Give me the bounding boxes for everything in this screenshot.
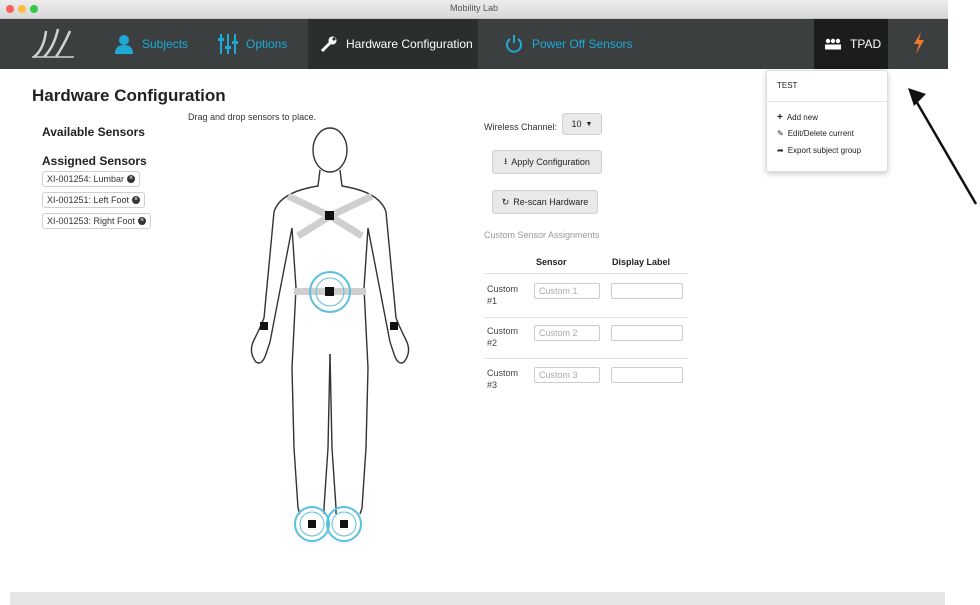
left-foot-sensor-slot[interactable]	[308, 520, 316, 528]
rescan-hardware-button[interactable]: ↻ Re-scan Hardware	[492, 190, 598, 214]
dropdown-add-new[interactable]: + Add new	[777, 112, 818, 123]
dropdown-edit-delete[interactable]: ✎ Edit/Delete current	[777, 129, 854, 138]
custom-row-label-3: Custom #3	[487, 368, 519, 390]
navbar: Subjects Options Hardware Configuration …	[0, 19, 948, 69]
left-wrist-sensor-slot[interactable]	[260, 322, 268, 330]
rescan-hardware-label: Re-scan Hardware	[513, 197, 589, 207]
custom-sensor-input-3[interactable]: Custom 3	[534, 367, 600, 383]
nav-options[interactable]: Options	[218, 19, 298, 69]
window-title: Mobility Lab	[449, 3, 499, 13]
remove-icon[interactable]: ×	[132, 196, 141, 204]
app-window: Mobility Lab Subjects Options Hardware C…	[0, 0, 948, 605]
custom-display-input-2[interactable]	[611, 325, 683, 341]
available-sensors-heading: Available Sensors	[42, 125, 145, 139]
app-logo	[30, 27, 78, 64]
sensor-chip-label: XI-001253: Right Foot	[47, 216, 136, 226]
power-icon	[504, 34, 524, 54]
dropdown-subject-test[interactable]: TEST	[777, 81, 797, 90]
dropdown-export[interactable]: ➦ Export subject group	[777, 146, 861, 155]
dropdown-add-label: Add new	[786, 113, 818, 122]
sensor-chip-left-foot[interactable]: XI-001251: Left Foot ×	[42, 192, 146, 208]
remove-icon[interactable]: ×	[127, 175, 136, 183]
dropdown-export-label: Export subject group	[787, 146, 862, 155]
dropdown-edit-label: Edit/Delete current	[787, 129, 854, 138]
wireless-channel-label: Wireless Channel:	[484, 122, 558, 132]
col-sensor-header: Sensor	[536, 257, 567, 267]
nav-subject-group-menu[interactable]: TPAD	[814, 19, 888, 69]
refresh-icon: ↻	[501, 196, 510, 207]
table-divider	[484, 358, 688, 359]
nav-user-label: TPAD	[850, 37, 882, 51]
wireless-channel-value: 10	[571, 119, 582, 129]
lightning-icon[interactable]	[912, 32, 926, 59]
right-wrist-sensor-slot[interactable]	[390, 322, 398, 330]
caret-down-icon: ▼	[585, 120, 593, 128]
user-icon	[114, 34, 134, 54]
custom-display-input-1[interactable]	[611, 283, 683, 299]
custom-display-input-3[interactable]	[611, 367, 683, 383]
custom-sensor-input-1[interactable]: Custom 1	[534, 283, 600, 299]
col-display-label-header: Display Label	[612, 257, 671, 267]
nav-subjects-label: Subjects	[142, 37, 189, 51]
sliders-icon	[218, 33, 238, 55]
users-icon	[824, 38, 842, 50]
sensor-chip-right-foot[interactable]: XI-001253: Right Foot ×	[42, 213, 152, 229]
custom-row-label-1: Custom #1	[487, 284, 519, 306]
pencil-icon: ✎	[777, 129, 784, 138]
dropdown-divider	[767, 101, 887, 102]
assigned-sensors-heading: Assigned Sensors	[42, 154, 147, 168]
sensor-chip-lumbar[interactable]: XI-001254: Lumbar ×	[42, 171, 141, 187]
lumbar-sensor-slot[interactable]	[325, 287, 334, 296]
apply-configuration-button[interactable]: ⭳ Apply Configuration	[492, 150, 602, 174]
wrench-icon	[320, 35, 338, 53]
sternum-sensor-slot[interactable]	[325, 211, 334, 220]
download-icon: ⭳	[504, 156, 508, 166]
page-title: Hardware Configuration	[32, 86, 226, 105]
table-divider	[484, 317, 688, 318]
nav-power-off-sensors[interactable]: Power Off Sensors	[504, 19, 634, 69]
nav-hardware-label: Hardware Configuration	[346, 37, 473, 51]
body-diagram	[250, 127, 410, 542]
annotation-arrow-icon	[908, 88, 978, 205]
share-icon: ➦	[777, 146, 784, 155]
right-foot-sensor-slot[interactable]	[340, 520, 348, 528]
wireless-channel-select[interactable]: 10 ▼	[562, 113, 602, 135]
apply-configuration-label: Apply Configuration	[511, 157, 590, 167]
custom-row-label-2: Custom #2	[487, 326, 519, 348]
plus-icon: +	[777, 112, 783, 123]
nav-options-label: Options	[246, 37, 288, 51]
footer-bar	[10, 592, 945, 605]
nav-subjects[interactable]: Subjects	[114, 19, 194, 69]
table-divider	[484, 273, 688, 274]
nav-hardware-configuration[interactable]: Hardware Configuration	[308, 19, 478, 69]
remove-icon[interactable]: ×	[138, 217, 147, 225]
title-bar: Mobility Lab	[0, 0, 948, 19]
custom-assignments-title: Custom Sensor Assignments	[484, 230, 600, 240]
nav-power-label: Power Off Sensors	[532, 37, 633, 51]
custom-sensor-input-2[interactable]: Custom 2	[534, 325, 600, 341]
sensor-chip-label: XI-001251: Left Foot	[47, 195, 130, 205]
subject-group-dropdown: TEST + Add new ✎ Edit/Delete current ➦ E…	[766, 70, 888, 172]
sensor-chip-label: XI-001254: Lumbar	[47, 174, 125, 184]
